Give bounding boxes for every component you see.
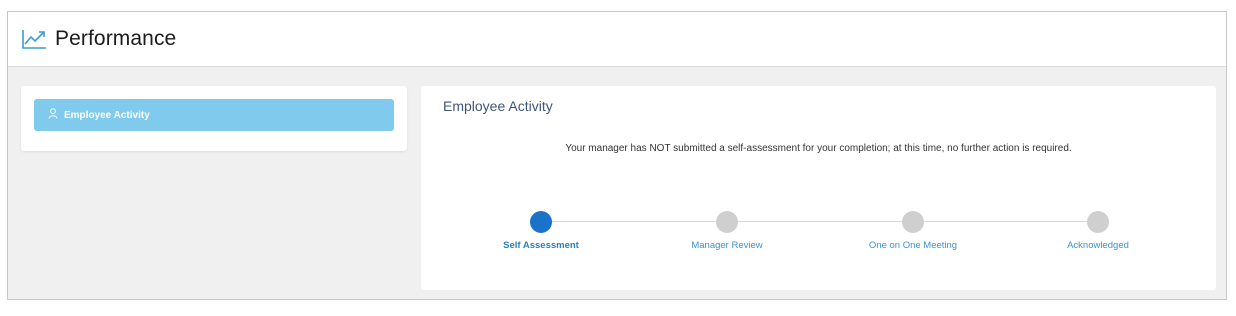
step-label: Acknowledged <box>1067 240 1129 251</box>
step-one-on-one-meeting[interactable]: One on One Meeting <box>853 211 973 251</box>
step-dot <box>1087 211 1109 233</box>
step-manager-review[interactable]: Manager Review <box>667 211 787 251</box>
step-label: Self Assessment <box>503 240 579 251</box>
step-self-assessment[interactable]: Self Assessment <box>481 211 601 251</box>
step-dot <box>902 211 924 233</box>
sidebar-card: Employee Activity <box>21 86 407 151</box>
page-title: Performance <box>55 27 177 50</box>
step-acknowledged[interactable]: Acknowledged <box>1038 211 1158 251</box>
sidebar-item-label: Employee Activity <box>64 109 150 121</box>
step-dot <box>716 211 738 233</box>
app-window: Performance Employee Activity Employee A… <box>7 11 1227 300</box>
step-dot <box>530 211 552 233</box>
status-message: Your manager has NOT submitted a self-as… <box>565 143 1072 154</box>
page-header: Performance <box>8 12 1226 67</box>
step-label: Manager Review <box>691 240 763 251</box>
trend-chart-icon <box>21 28 47 50</box>
sidebar-item-employee-activity[interactable]: Employee Activity <box>34 99 394 131</box>
progress-stepper: Self Assessment Manager Review One on On… <box>503 211 1138 251</box>
section-title: Employee Activity <box>443 98 553 114</box>
user-icon <box>48 106 58 124</box>
step-label: One on One Meeting <box>868 240 958 251</box>
activity-panel: Employee Activity Your manager has NOT s… <box>421 86 1216 290</box>
stepper-track <box>541 221 1106 222</box>
